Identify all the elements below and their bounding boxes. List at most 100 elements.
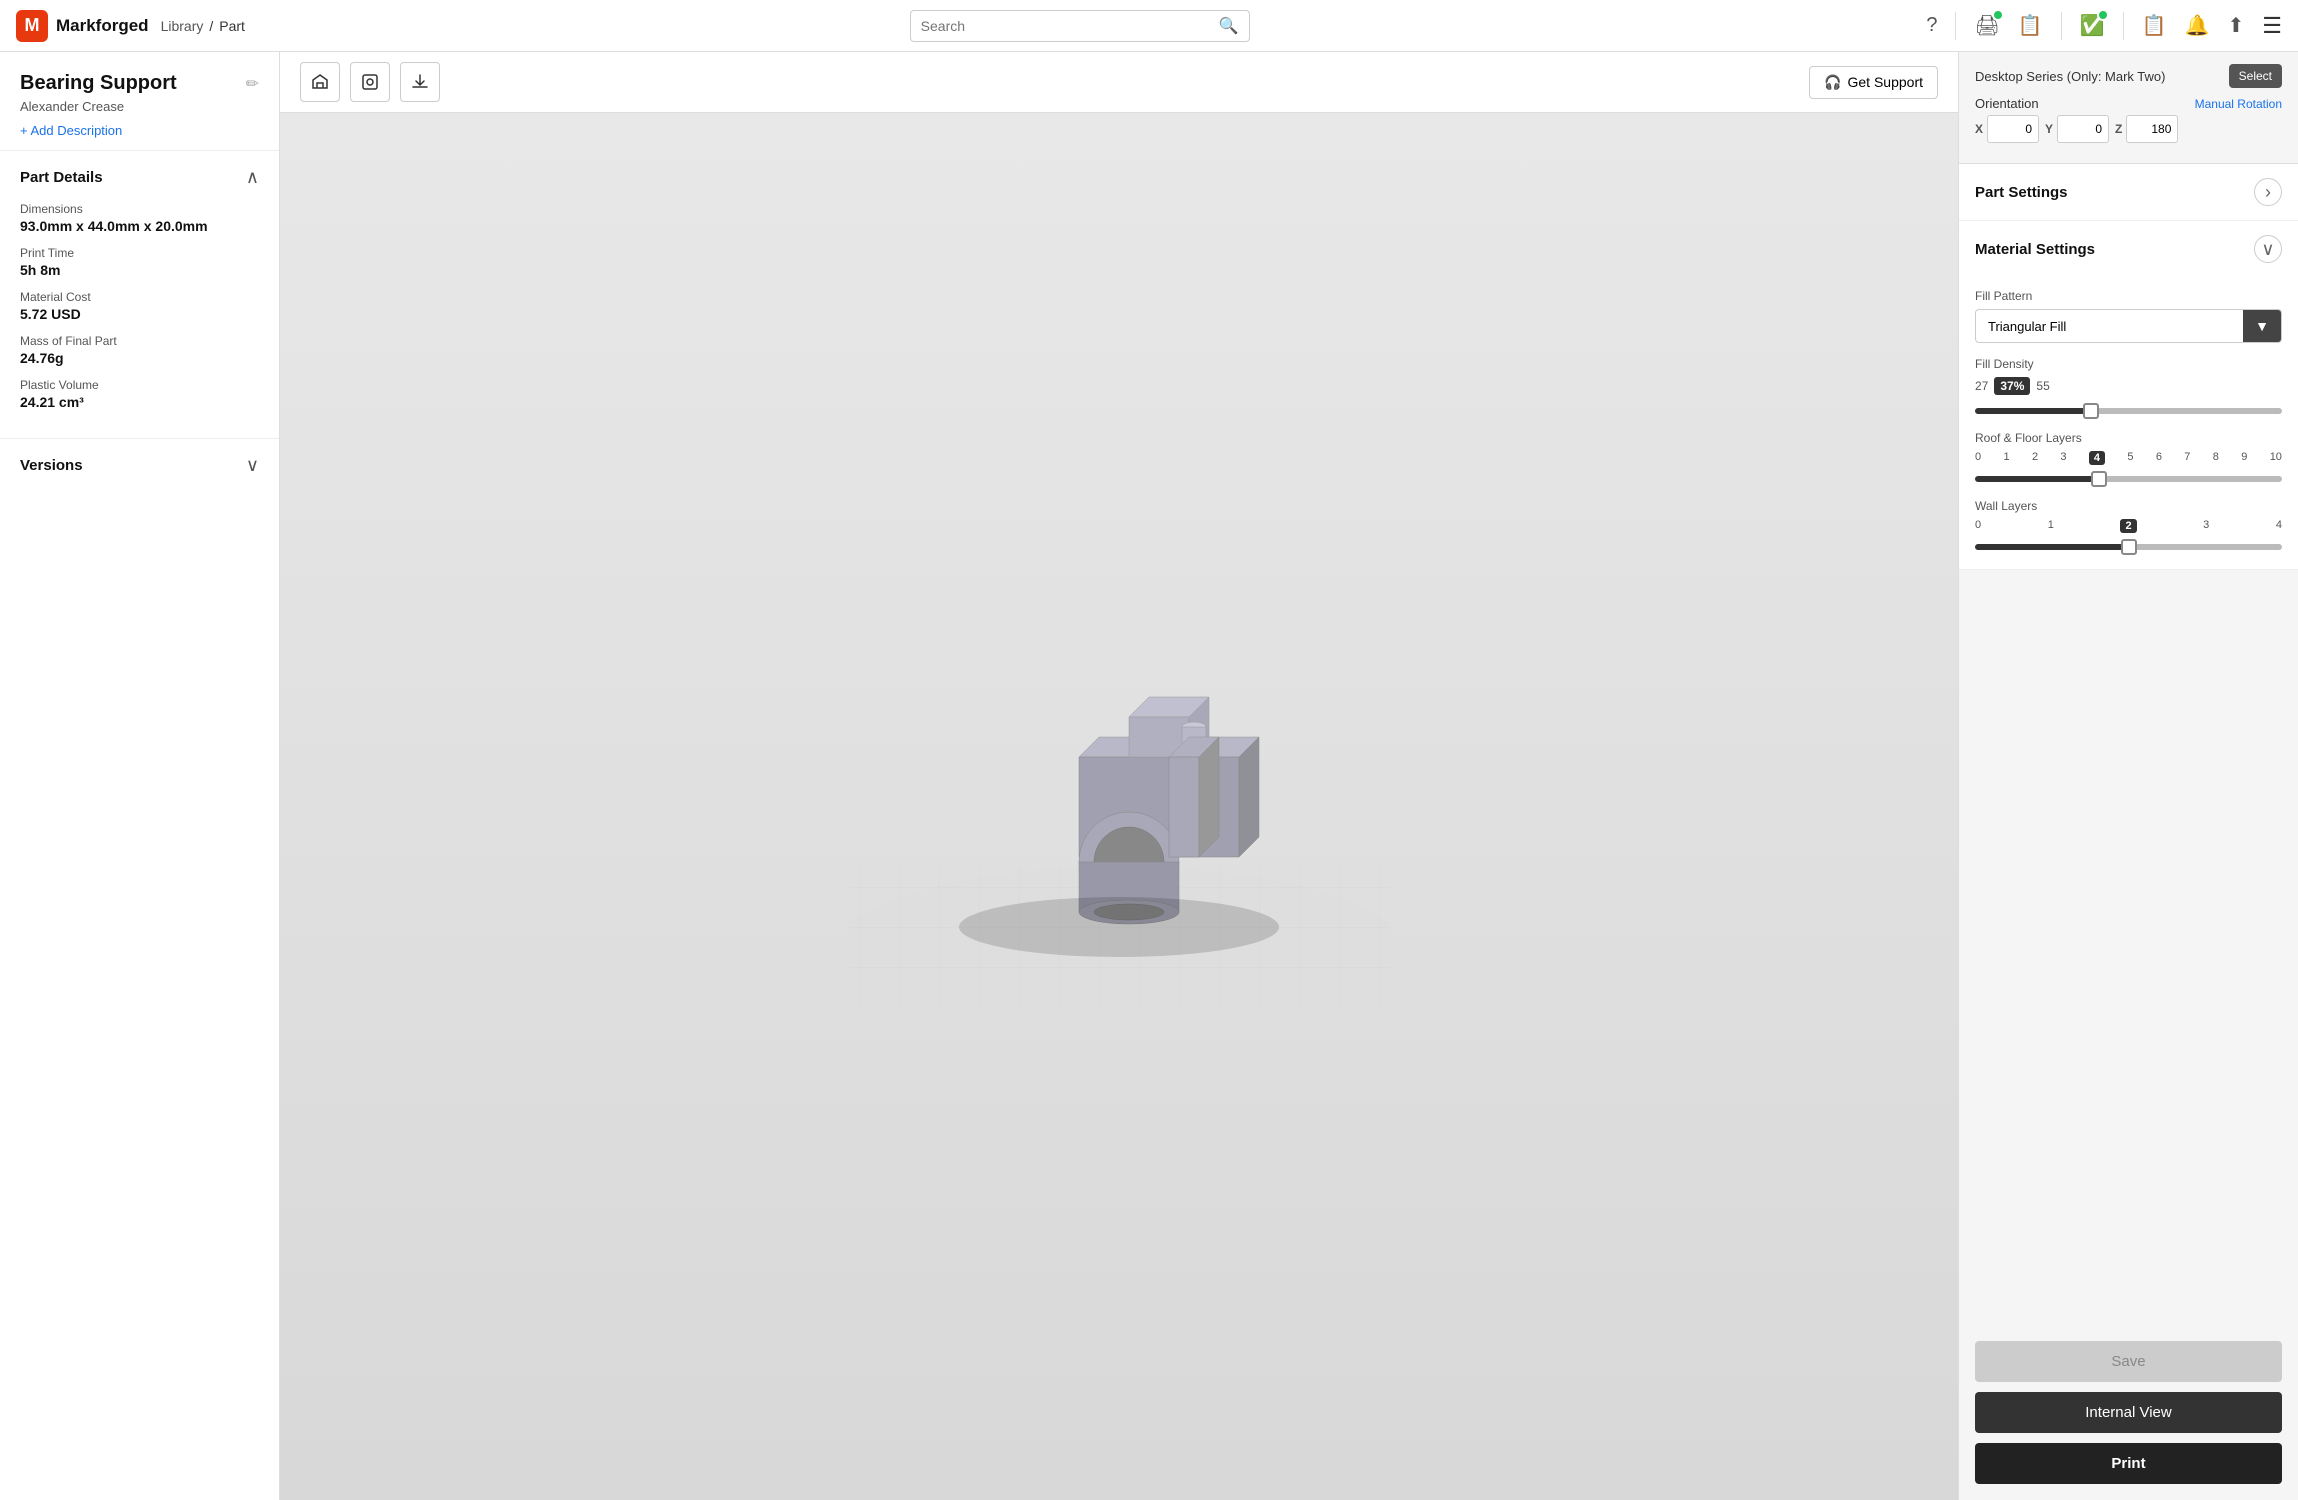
- dimensions-value: 93.0mm x 44.0mm x 20.0mm: [20, 218, 259, 234]
- download-tool-button[interactable]: [400, 62, 440, 102]
- printer-name: Desktop Series (Only: Mark Two): [1975, 69, 2229, 84]
- fill-density-section: Fill Density 27 37% 55: [1975, 357, 2282, 417]
- part-author: Alexander Crease: [20, 99, 259, 114]
- orientation-label: Orientation: [1975, 96, 2195, 111]
- roof-floor-section: Roof & Floor Layers 0 1 2 3 4 5 6 7 8 9 …: [1975, 431, 2282, 485]
- print-time-item: Print Time 5h 8m: [20, 246, 259, 278]
- 3d-viewport[interactable]: [280, 113, 1958, 1500]
- printer-row: Desktop Series (Only: Mark Two) Select: [1975, 64, 2282, 88]
- printer-alt-button[interactable]: 📋: [2018, 13, 2043, 38]
- clipboard-button[interactable]: 📋: [2142, 13, 2167, 38]
- part-settings-toggle-button[interactable]: ›: [2254, 178, 2282, 206]
- fill-density-max: 55: [2036, 379, 2049, 393]
- plastic-volume-label: Plastic Volume: [20, 378, 259, 392]
- versions-collapse-button[interactable]: ∨: [246, 455, 259, 476]
- wall-layers-section: Wall Layers 0 1 2 3 4: [1975, 499, 2282, 553]
- fill-density-min: 27: [1975, 379, 1988, 393]
- material-settings-header[interactable]: Material Settings ∨: [1959, 221, 2298, 277]
- y-input[interactable]: [2057, 115, 2109, 143]
- part-title-row: Bearing Support ✏: [20, 72, 259, 95]
- versions-title: Versions: [20, 457, 83, 474]
- roof-floor-ticks: 0 1 2 3 4 5 6 7 8 9 10: [1975, 451, 2282, 465]
- printer-status-badge: [1992, 9, 2004, 21]
- get-support-button[interactable]: 🎧 Get Support: [1809, 66, 1938, 99]
- fill-density-label: Fill Density: [1975, 357, 2282, 371]
- wall-layers-ticks: 0 1 2 3 4: [1975, 519, 2282, 533]
- plastic-volume-value: 24.21 cm³: [20, 394, 259, 410]
- x-input[interactable]: [1987, 115, 2039, 143]
- part-settings-header[interactable]: Part Settings ›: [1959, 164, 2298, 220]
- part-details-title: Part Details: [20, 169, 103, 186]
- edit-icon[interactable]: ✏: [246, 74, 259, 94]
- headphone-icon: 🎧: [1824, 74, 1841, 91]
- printer-select-button[interactable]: Select: [2229, 64, 2282, 88]
- logo-text: Markforged: [56, 16, 149, 36]
- upload-button[interactable]: ⬆: [2228, 13, 2245, 38]
- bottom-buttons: Save Internal View Print: [1959, 1325, 2298, 1500]
- fill-density-slider[interactable]: [1975, 408, 2282, 414]
- help-button[interactable]: ?: [1926, 14, 1937, 37]
- add-description-link[interactable]: + Add Description: [20, 123, 122, 138]
- toolbar: 🎧 Get Support: [280, 52, 1958, 113]
- breadcrumb-sep: /: [209, 18, 213, 34]
- menu-button[interactable]: ☰: [2262, 13, 2282, 39]
- dimensions-label: Dimensions: [20, 202, 259, 216]
- y-input-group: Y: [2045, 115, 2109, 143]
- material-settings-title: Material Settings: [1975, 241, 2095, 258]
- x-input-group: X: [1975, 115, 2039, 143]
- mass-item: Mass of Final Part 24.76g: [20, 334, 259, 366]
- z-input[interactable]: [2126, 115, 2178, 143]
- fill-pattern-select: Triangular Fill ▼: [1975, 309, 2282, 343]
- material-cost-item: Material Cost 5.72 USD: [20, 290, 259, 322]
- part-title: Bearing Support: [20, 72, 177, 95]
- fill-pattern-value: Triangular Fill: [1976, 311, 2243, 342]
- part-details-header: Part Details ∧: [20, 167, 259, 188]
- breadcrumb-part: Part: [219, 18, 245, 34]
- check-status-badge: [2097, 9, 2109, 21]
- view-tool-button[interactable]: [350, 62, 390, 102]
- printer-status-button[interactable]: 🖨: [1974, 13, 1999, 38]
- bell-button[interactable]: 🔔: [2185, 13, 2210, 38]
- roof-floor-current: 4: [2089, 451, 2105, 465]
- z-input-group: Z: [2115, 115, 2178, 143]
- fill-density-current: 37%: [1994, 377, 2030, 395]
- versions-section: Versions ∨: [0, 439, 279, 492]
- material-settings-content: Fill Pattern Triangular Fill ▼ Fill Dens…: [1959, 289, 2298, 569]
- mass-value: 24.76g: [20, 350, 259, 366]
- wall-layers-current: 2: [2120, 519, 2136, 533]
- print-button[interactable]: Print: [1975, 1443, 2282, 1484]
- part-settings-title: Part Settings: [1975, 184, 2068, 201]
- print-time-value: 5h 8m: [20, 262, 259, 278]
- part-settings-section: Part Settings ›: [1959, 164, 2298, 221]
- divider-1: [1955, 12, 1956, 40]
- logo-icon: M: [16, 10, 48, 42]
- search-icon: 🔍: [1219, 16, 1239, 36]
- orientation-inputs: X Y Z: [1975, 115, 2282, 143]
- breadcrumb-library[interactable]: Library: [161, 18, 204, 34]
- center-area: 🎧 Get Support ▾ Print Jobs: [280, 52, 1958, 1500]
- x-axis-label: X: [1975, 122, 1983, 136]
- fill-pattern-dropdown-arrow[interactable]: ▼: [2243, 310, 2281, 342]
- wall-layers-label: Wall Layers: [1975, 499, 2282, 513]
- mass-label: Mass of Final Part: [20, 334, 259, 348]
- part-header: Bearing Support ✏ Alexander Crease + Add…: [0, 52, 279, 151]
- wall-layers-slider[interactable]: [1975, 544, 2282, 550]
- roof-floor-slider[interactable]: [1975, 476, 2282, 482]
- internal-view-button[interactable]: Internal View: [1975, 1392, 2282, 1433]
- check-button[interactable]: ✅: [2080, 13, 2105, 38]
- material-settings-toggle-button[interactable]: ∨: [2254, 235, 2282, 263]
- breadcrumb: Library / Part: [161, 18, 245, 34]
- part-details-collapse-button[interactable]: ∧: [246, 167, 259, 188]
- part-details-section: Part Details ∧ Dimensions 93.0mm x 44.0m…: [0, 151, 279, 439]
- save-button[interactable]: Save: [1975, 1341, 2282, 1382]
- search-input[interactable]: [921, 18, 1219, 34]
- nav-icons: ? 🖨 📋 ✅ 📋 🔔 ⬆ ☰: [1926, 12, 2282, 40]
- dimensions-item: Dimensions 93.0mm x 44.0mm x 20.0mm: [20, 202, 259, 234]
- part-3d-view: [819, 607, 1419, 1007]
- logo: M Markforged: [16, 10, 149, 42]
- y-axis-label: Y: [2045, 122, 2053, 136]
- divider-3: [2123, 12, 2124, 40]
- orientation-tool-button[interactable]: [300, 62, 340, 102]
- manual-rotation-link[interactable]: Manual Rotation: [2195, 97, 2282, 111]
- z-axis-label: Z: [2115, 122, 2122, 136]
